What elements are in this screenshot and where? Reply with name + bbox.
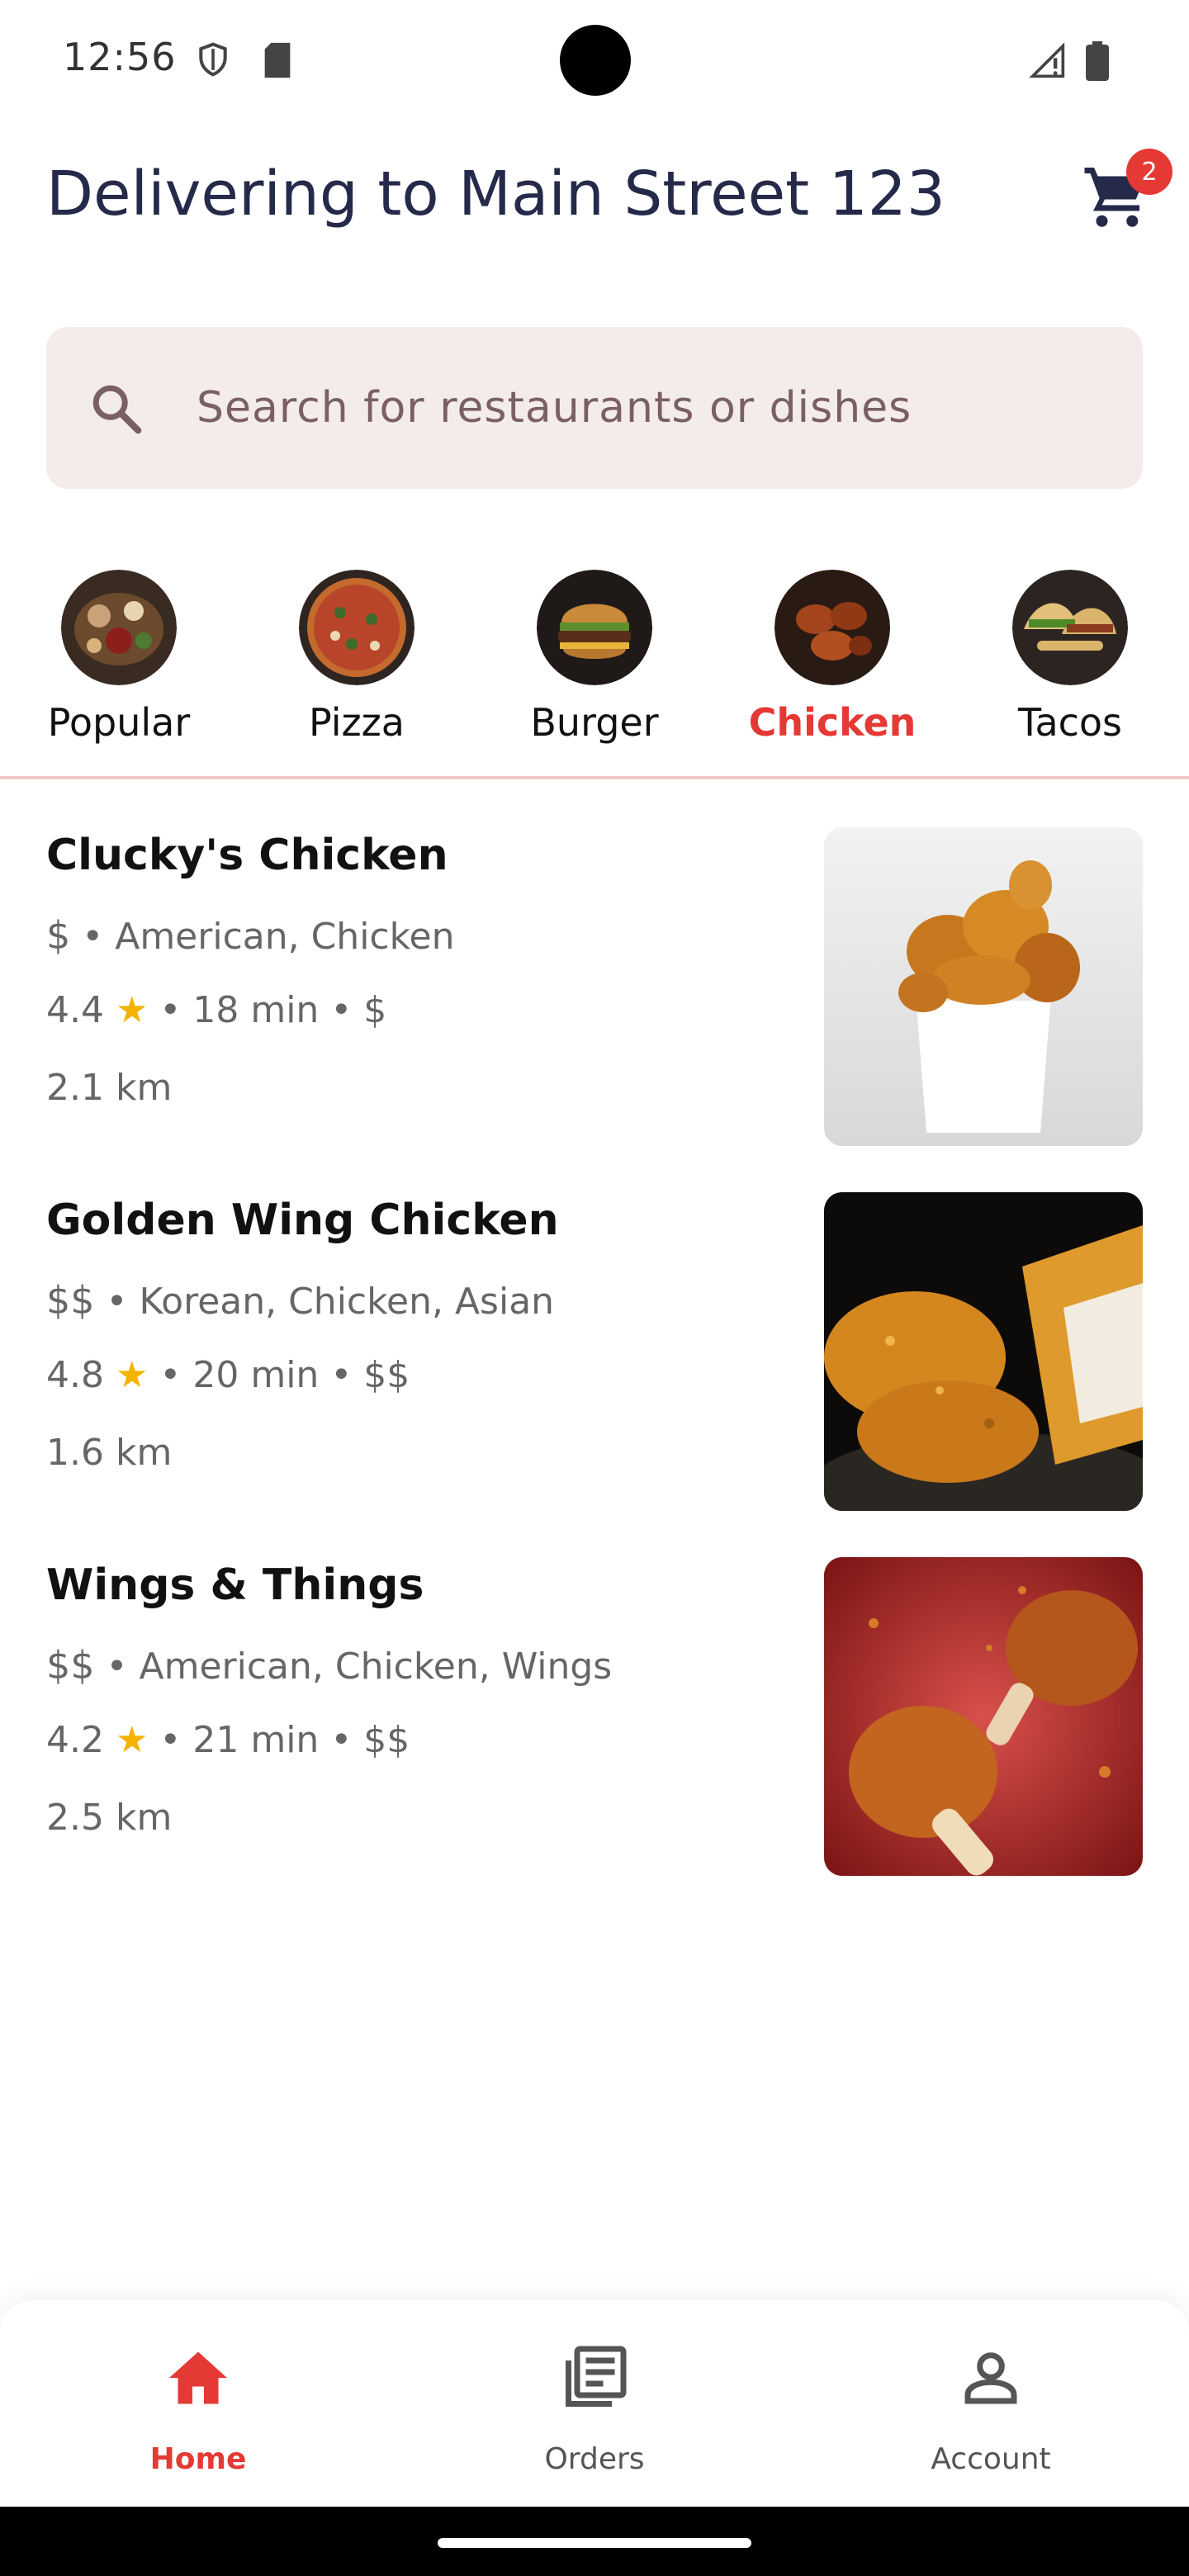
account-icon <box>964 2352 1017 2404</box>
delivery-time: 21 min <box>192 1719 320 1761</box>
restaurant-meta: $$ • American, Chicken, Wings <box>46 1643 613 1688</box>
category-label: Chicken <box>748 700 917 745</box>
nav-label: Account <box>931 2442 1051 2476</box>
price-symbol: $ <box>46 913 71 958</box>
category-label: Tacos <box>1017 700 1123 745</box>
shield-icon <box>199 42 227 77</box>
restaurant-distance: 2.1 km <box>46 1067 173 1109</box>
price-symbol: $$ <box>46 1643 95 1688</box>
restaurant-card[interactable]: Wings & Things $$ • American, Chicken, W… <box>0 1557 1189 1887</box>
price-symbol: $$ <box>46 1278 95 1323</box>
nav-label: Orders <box>544 2442 645 2476</box>
page-title[interactable]: Delivering to Main Street 123 <box>46 159 945 230</box>
delivery-time: 18 min <box>192 989 320 1031</box>
battery-icon <box>1086 41 1109 81</box>
category-chicken[interactable]: Chicken <box>741 570 923 751</box>
nav-item-orders[interactable]: Orders <box>396 2300 793 2507</box>
nav-item-account[interactable]: Account <box>793 2300 1189 2507</box>
sd-card-icon <box>264 42 291 78</box>
star-icon: ★ <box>115 1719 149 1761</box>
restaurant-cuisines: Korean, Chicken, Asian <box>139 1281 555 1323</box>
search-bar[interactable] <box>46 327 1143 489</box>
category-label: Popular <box>47 700 191 745</box>
restaurant-name: Clucky's Chicken <box>46 831 448 880</box>
restaurant-name: Golden Wing Chicken <box>46 1196 559 1245</box>
status-bar: 12:56 <box>0 0 1189 116</box>
restaurant-cuisines: American, Chicken, Wings <box>139 1646 613 1688</box>
orders-icon <box>566 2346 627 2407</box>
category-popular[interactable]: Popular <box>28 570 210 751</box>
restaurant-distance: 2.5 km <box>46 1797 173 1839</box>
category-label: Burger <box>530 700 659 745</box>
restaurant-image <box>824 827 1143 1146</box>
search-icon <box>92 385 142 434</box>
restaurant-card[interactable]: Golden Wing Chicken $$ • Korean, Chicken… <box>0 1192 1189 1522</box>
category-chicken-image <box>775 570 890 685</box>
rating-value: 4.8 <box>46 1354 104 1396</box>
restaurant-meta: $ • American, Chicken <box>46 913 455 958</box>
category-tacos[interactable]: Tacos <box>979 570 1161 751</box>
restaurant-rating-row: 4.8 ★ • 20 min • $$ <box>46 1354 410 1396</box>
restaurant-cuisines: American, Chicken <box>115 916 455 958</box>
category-burger-image <box>537 570 652 685</box>
category-pizza[interactable]: Pizza <box>266 570 448 751</box>
home-icon <box>169 2351 227 2404</box>
category-divider <box>0 776 1189 779</box>
category-popular-image <box>61 570 177 685</box>
home-gesture-handle[interactable] <box>438 2538 751 2548</box>
category-burger[interactable]: Burger <box>504 570 685 751</box>
restaurant-name: Wings & Things <box>46 1560 424 1610</box>
restaurant-rating-row: 4.2 ★ • 21 min • $$ <box>46 1719 410 1761</box>
star-icon: ★ <box>115 989 149 1031</box>
category-tacos-image <box>1012 570 1128 685</box>
restaurant-distance: 1.6 km <box>46 1432 173 1474</box>
star-icon: ★ <box>115 1354 149 1396</box>
price-level: $$ <box>363 1719 410 1761</box>
restaurant-image <box>824 1557 1143 1876</box>
signal-icon <box>1029 43 1065 78</box>
restaurant-meta: $$ • Korean, Chicken, Asian <box>46 1278 555 1323</box>
search-input[interactable] <box>197 370 1105 446</box>
bottom-navigation: Home Orders Account <box>0 2300 1189 2507</box>
category-row: Popular Pizza Burger Chicken Tacos <box>0 561 1189 773</box>
category-pizza-image <box>299 570 414 685</box>
system-navigation-bar <box>0 2507 1189 2576</box>
category-label: Pizza <box>309 700 405 745</box>
restaurant-card[interactable]: Clucky's Chicken $ • American, Chicken 4… <box>0 827 1189 1158</box>
delivery-time: 20 min <box>192 1354 320 1396</box>
nav-item-home[interactable]: Home <box>0 2300 396 2507</box>
price-level: $ <box>363 989 387 1031</box>
camera-cutout <box>560 25 631 96</box>
nav-label: Home <box>149 2442 247 2476</box>
cart-count-badge: 2 <box>1126 149 1172 195</box>
price-level: $$ <box>363 1354 410 1396</box>
status-time: 12:56 <box>63 35 177 79</box>
rating-value: 4.2 <box>46 1719 104 1761</box>
restaurant-image <box>824 1192 1143 1511</box>
rating-value: 4.4 <box>46 989 104 1031</box>
restaurant-rating-row: 4.4 ★ • 18 min • $ <box>46 989 387 1031</box>
